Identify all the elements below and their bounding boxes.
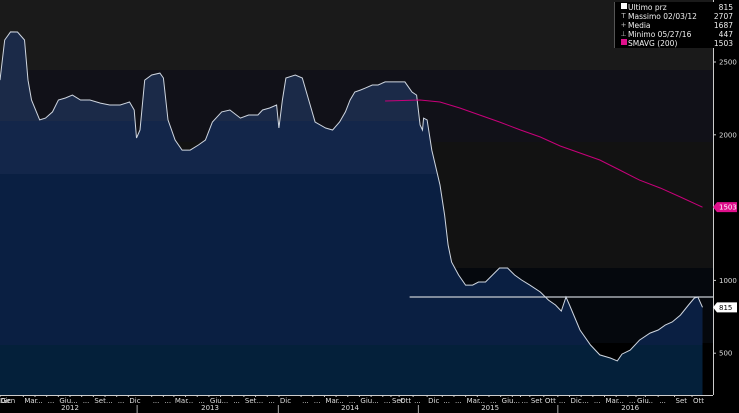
x-tick-label: ...	[222, 397, 229, 405]
x-tick-label: Ott	[400, 397, 411, 405]
x-tick-label: ...	[443, 397, 450, 405]
last-value-label: 1503	[719, 204, 737, 212]
x-tick-label: Dic	[0, 397, 11, 405]
x-tick-label: ...	[314, 397, 321, 405]
x-tick-label: ...	[513, 397, 520, 405]
x-tick-label: ...	[455, 397, 462, 405]
mean-marker-icon: +	[620, 21, 627, 29]
x-tick-label: ...	[48, 397, 55, 405]
legend-item-last-price[interactable]: Ultimo prz 815	[619, 3, 733, 12]
legend-item-max[interactable]: T Massimo 02/03/12 2707	[619, 12, 733, 21]
x-tick-label: ...	[582, 397, 589, 405]
x-tick-label: Dic	[428, 397, 439, 405]
x-tick-label: ...	[594, 397, 601, 405]
year-label: 2016	[621, 404, 639, 412]
y-tick-label: 2000	[719, 131, 737, 139]
y-tick-label: 500	[719, 350, 732, 358]
year-label: 2013	[201, 404, 219, 412]
x-tick-label: ...	[268, 397, 275, 405]
x-tick-label: ...	[83, 397, 90, 405]
year-label: 2014	[341, 404, 359, 412]
x-tick-label: ...	[257, 397, 264, 405]
x-tick-label: ...	[106, 397, 113, 405]
y-tick-label: 1000	[719, 277, 737, 285]
max-marker-icon: T	[621, 12, 626, 20]
x-tick-label: ...	[659, 397, 666, 405]
white-square-icon	[620, 3, 627, 9]
x-tick-label: ...	[118, 397, 125, 405]
x-tick-label: ...	[153, 397, 160, 405]
x-tick-label: Ott	[545, 397, 556, 405]
x-tick-label: ...	[164, 397, 171, 405]
legend-item-min[interactable]: ⊥ Minimo 05/27/16 447	[619, 30, 733, 39]
x-tick-label: ...	[414, 397, 421, 405]
x-tick-label: ...	[233, 397, 240, 405]
last-value-label: 815	[719, 304, 732, 312]
background-band	[0, 0, 713, 70]
year-label: 2015	[481, 404, 499, 412]
legend: Ultimo prz 815 T Massimo 02/03/12 2707 + Med…	[614, 2, 736, 48]
x-tick-label: Ott	[693, 397, 704, 405]
x-tick-label: Dic	[570, 397, 581, 405]
x-tick-label: Dic	[280, 397, 291, 405]
y-tick-label: 2500	[719, 59, 737, 67]
year-label: 2012	[61, 404, 79, 412]
x-tick-label: ...	[302, 397, 309, 405]
x-tick-label: Giu	[502, 397, 514, 405]
x-tick-label: Giu	[360, 397, 372, 405]
x-tick-label: ...	[384, 397, 391, 405]
magenta-square-icon	[620, 39, 627, 45]
legend-item-smavg[interactable]: SMAVG (200) 1503	[619, 39, 733, 48]
x-tick-label: Set	[531, 397, 543, 405]
x-tick-label: Set	[245, 397, 257, 405]
x-tick-label: ...	[521, 397, 528, 405]
legend-item-mean[interactable]: + Media 1687	[619, 21, 733, 30]
x-tick-label: Set	[676, 397, 688, 405]
x-tick-label: Dic	[129, 397, 140, 405]
price-chart: 50010001500200025008151503GenMar......Gi…	[0, 0, 737, 413]
x-tick-label: ...	[36, 397, 43, 405]
min-marker-icon: ⊥	[620, 30, 627, 38]
x-tick-label: ...	[372, 397, 379, 405]
x-tick-label: ...	[646, 397, 653, 405]
x-tick-label: ...	[187, 397, 194, 405]
x-tick-label: Set	[94, 397, 106, 405]
x-tick-label: ...	[559, 397, 566, 405]
